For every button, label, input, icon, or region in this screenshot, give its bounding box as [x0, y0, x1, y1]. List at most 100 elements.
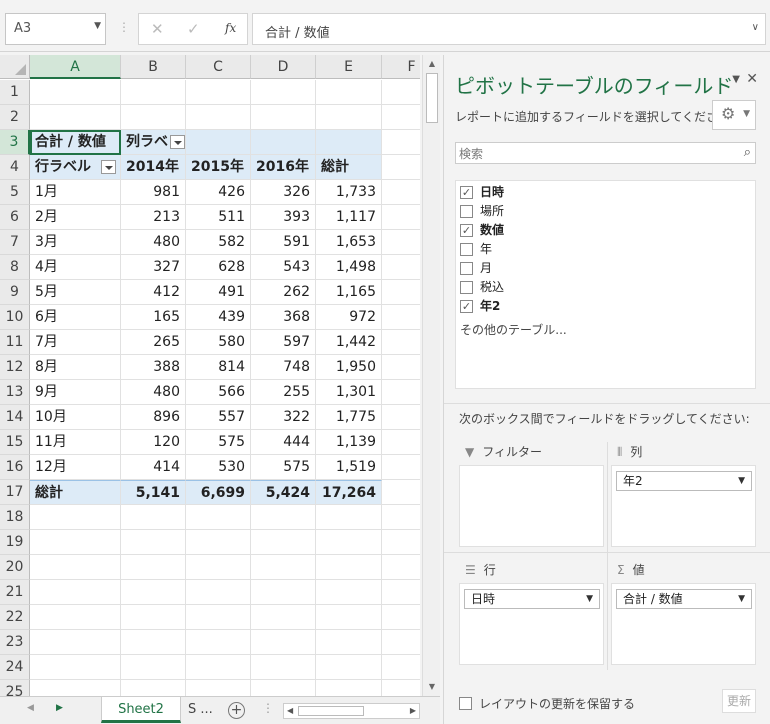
cell[interactable] — [382, 255, 420, 280]
cell[interactable] — [316, 80, 382, 105]
pivot-value-label-cell[interactable]: 合計 / 数値 — [30, 130, 121, 155]
pivot-value-cell[interactable]: 412 — [121, 280, 186, 305]
row-header-15[interactable]: 15 — [0, 430, 30, 455]
pivot-value-cell[interactable]: 414 — [121, 455, 186, 480]
cell[interactable] — [382, 680, 420, 696]
grand-total-value[interactable]: 6,699 — [186, 480, 251, 505]
cell[interactable] — [186, 80, 251, 105]
row-header-18[interactable]: 18 — [0, 505, 30, 530]
cell[interactable] — [186, 505, 251, 530]
pivot-value-cell[interactable]: 628 — [186, 255, 251, 280]
tab-other-sheet[interactable]: S ... — [174, 697, 227, 723]
field-checkbox[interactable] — [460, 205, 473, 218]
row-header-13[interactable]: 13 — [0, 380, 30, 405]
update-button[interactable]: 更新 — [722, 689, 756, 713]
cell[interactable] — [30, 505, 121, 530]
insert-function-icon[interactable]: fx — [225, 21, 236, 35]
pivot-value-cell[interactable]: 814 — [186, 355, 251, 380]
pivot-value-cell[interactable]: 896 — [121, 405, 186, 430]
pivot-row-label[interactable]: 11月 — [30, 430, 121, 455]
row-header-7[interactable]: 7 — [0, 230, 30, 255]
pivot-value-cell[interactable]: 530 — [186, 455, 251, 480]
pivot-row-label[interactable]: 6月 — [30, 305, 121, 330]
cell[interactable] — [382, 330, 420, 355]
chevron-down-icon[interactable]: ▼ — [586, 590, 593, 608]
pivot-value-cell[interactable]: 326 — [251, 180, 316, 205]
prev-sheet-icon[interactable]: ◀ — [27, 703, 34, 713]
cell[interactable] — [121, 80, 186, 105]
pivot-value-cell[interactable]: 322 — [251, 405, 316, 430]
pivot-column-labels-cell[interactable]: 列ラベ — [121, 130, 186, 155]
pivot-value-cell[interactable]: 597 — [251, 330, 316, 355]
cell[interactable] — [121, 655, 186, 680]
pivot-value-cell[interactable]: 255 — [251, 380, 316, 405]
pivot-row-label[interactable]: 4月 — [30, 255, 121, 280]
field-checkbox[interactable]: ✓ — [460, 300, 473, 313]
tab-sheet2[interactable]: Sheet2 — [101, 697, 181, 723]
cell[interactable] — [382, 280, 420, 305]
columns-drop-zone[interactable]: 年2 ▼ — [611, 465, 756, 547]
row-filter-dropdown-icon[interactable] — [101, 160, 116, 174]
cell[interactable] — [121, 555, 186, 580]
cell[interactable] — [30, 80, 121, 105]
cell[interactable] — [251, 555, 316, 580]
cell[interactable] — [382, 430, 420, 455]
cancel-icon[interactable]: ✕ — [151, 20, 164, 38]
cell[interactable] — [382, 130, 420, 155]
pivot-row-label[interactable]: 10月 — [30, 405, 121, 430]
pivot-value-cell[interactable]: 120 — [121, 430, 186, 455]
cell[interactable] — [382, 180, 420, 205]
pivot-value-cell[interactable]: 439 — [186, 305, 251, 330]
pivot-value-cell[interactable]: 480 — [121, 230, 186, 255]
pivot-row-label[interactable]: 3月 — [30, 230, 121, 255]
pivot-value-cell[interactable]: 575 — [186, 430, 251, 455]
row-header-20[interactable]: 20 — [0, 555, 30, 580]
pivot-value-cell[interactable]: 368 — [251, 305, 316, 330]
cell[interactable] — [316, 580, 382, 605]
chevron-down-icon[interactable]: ▼ — [738, 590, 745, 608]
cell[interactable] — [382, 630, 420, 655]
pivot-row-label[interactable]: 2月 — [30, 205, 121, 230]
row-header-23[interactable]: 23 — [0, 630, 30, 655]
pivot-header-cell[interactable] — [251, 130, 316, 155]
field-search-input[interactable]: 検索 ⌕ — [455, 142, 756, 164]
row-header-8[interactable]: 8 — [0, 255, 30, 280]
column-header-e[interactable]: E — [316, 55, 382, 79]
cell[interactable] — [316, 105, 382, 130]
pivot-value-cell[interactable]: 981 — [121, 180, 186, 205]
cell[interactable] — [382, 455, 420, 480]
cell[interactable] — [382, 230, 420, 255]
values-field-pill[interactable]: 合計 / 数値 ▼ — [616, 589, 752, 609]
column-header-c[interactable]: C — [186, 55, 251, 79]
cell[interactable] — [30, 605, 121, 630]
field-checkbox[interactable] — [460, 281, 473, 294]
cell[interactable] — [382, 380, 420, 405]
next-sheet-icon[interactable]: ▶ — [56, 703, 63, 713]
pivot-value-cell[interactable]: 388 — [121, 355, 186, 380]
field-checkbox[interactable] — [460, 262, 473, 275]
cell[interactable] — [251, 655, 316, 680]
pivot-row-label[interactable]: 1月 — [30, 180, 121, 205]
cell[interactable] — [186, 530, 251, 555]
cell[interactable] — [316, 630, 382, 655]
cell[interactable] — [121, 105, 186, 130]
cell[interactable] — [316, 530, 382, 555]
pivot-header-cell[interactable] — [316, 130, 382, 155]
pivot-column-header[interactable]: 2014年 — [121, 155, 186, 180]
row-header-17[interactable]: 17 — [0, 480, 30, 505]
cell[interactable] — [382, 80, 420, 105]
pivot-value-cell[interactable]: 1,519 — [316, 455, 382, 480]
pivot-row-label[interactable]: 5月 — [30, 280, 121, 305]
pane-menu-icon[interactable]: ▼ — [732, 74, 740, 85]
scroll-down-icon[interactable]: ▼ — [425, 680, 439, 694]
values-drop-zone[interactable]: 合計 / 数値 ▼ — [611, 583, 756, 665]
pivot-row-label[interactable]: 8月 — [30, 355, 121, 380]
pivot-value-cell[interactable]: 444 — [251, 430, 316, 455]
close-icon[interactable]: ✕ — [746, 71, 758, 87]
cell[interactable] — [186, 655, 251, 680]
defer-update-option[interactable]: レイアウトの更新を保留する — [459, 695, 635, 712]
rows-field-pill[interactable]: 日時 ▼ — [464, 589, 600, 609]
pivot-value-cell[interactable]: 1,653 — [316, 230, 382, 255]
pivot-value-cell[interactable]: 1,775 — [316, 405, 382, 430]
pivot-value-cell[interactable]: 1,950 — [316, 355, 382, 380]
